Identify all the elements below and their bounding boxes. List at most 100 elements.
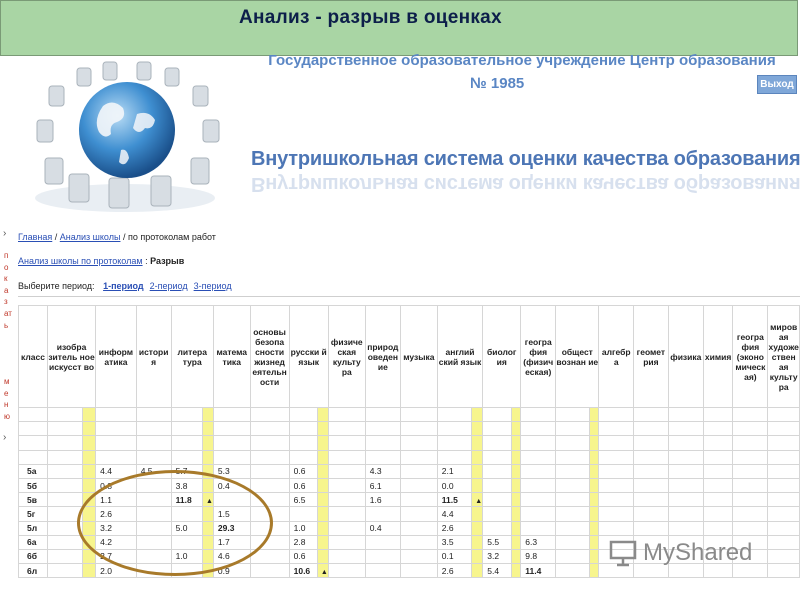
breadcrumb-home-link[interactable]: Главная bbox=[18, 232, 52, 242]
value-cell bbox=[482, 520, 513, 536]
value-cell bbox=[95, 435, 137, 451]
value-cell bbox=[249, 563, 290, 579]
value-cell bbox=[46, 534, 84, 550]
value-cell bbox=[327, 492, 366, 508]
column-header: химия bbox=[702, 305, 734, 408]
table-row-empty bbox=[18, 406, 800, 423]
value-cell bbox=[249, 421, 290, 437]
indicator-cell bbox=[82, 548, 97, 565]
value-cell bbox=[46, 520, 84, 536]
table-row: 5б 0.8 3.8 0.4 0.6 6.1 0.0 bbox=[18, 477, 800, 494]
indicator-cell bbox=[201, 520, 214, 536]
value-cell bbox=[702, 406, 734, 423]
indicator-cell bbox=[316, 449, 329, 465]
value-cell bbox=[170, 449, 203, 465]
value-cell bbox=[399, 477, 438, 494]
period-option-2[interactable]: 2-период bbox=[150, 281, 188, 291]
value-cell bbox=[555, 492, 590, 508]
value-cell bbox=[667, 520, 704, 536]
value-cell bbox=[482, 506, 513, 522]
value-cell bbox=[598, 477, 635, 494]
value-cell bbox=[46, 548, 84, 565]
value-cell bbox=[249, 435, 290, 451]
value-cell: 11.8 bbox=[170, 492, 203, 508]
side-menu-toggle[interactable]: › показать меню › bbox=[0, 228, 14, 458]
value-cell bbox=[767, 520, 800, 536]
value-cell bbox=[702, 506, 734, 522]
organization-name: Государственное образовательное учрежден… bbox=[268, 52, 776, 69]
protocol-analysis-link[interactable]: Анализ школы по протоколам bbox=[18, 256, 143, 266]
value-cell bbox=[633, 520, 669, 536]
column-header: миров ая художе ствен ая культу ра bbox=[767, 305, 800, 408]
indicator-cell bbox=[588, 406, 600, 423]
indicator-cell bbox=[588, 435, 600, 451]
value-cell bbox=[364, 534, 401, 550]
value-cell bbox=[327, 506, 366, 522]
value-cell: 4.5 bbox=[135, 463, 172, 479]
value-cell bbox=[212, 421, 251, 437]
value-cell bbox=[732, 449, 769, 465]
slide-title: Анализ - разрыв в оценках bbox=[239, 7, 502, 28]
value-cell bbox=[288, 449, 318, 465]
indicator-cell bbox=[82, 477, 97, 494]
indicator-cell bbox=[511, 492, 522, 508]
value-cell bbox=[327, 548, 366, 565]
globe-with-chairs-image bbox=[25, 58, 230, 218]
value-cell bbox=[702, 421, 734, 437]
value-cell bbox=[327, 477, 366, 494]
value-cell bbox=[135, 406, 172, 423]
value-cell bbox=[135, 435, 172, 451]
indicator-cell bbox=[588, 449, 600, 465]
column-header: истори я bbox=[135, 305, 172, 408]
column-header: литера тура bbox=[170, 305, 214, 408]
value-cell bbox=[732, 463, 769, 479]
chevron-right-icon: › bbox=[3, 432, 7, 443]
period-option-3[interactable]: 3-период bbox=[194, 281, 232, 291]
period-option-1[interactable]: 1-период bbox=[103, 281, 144, 291]
value-cell bbox=[249, 449, 290, 465]
class-cell: 5л bbox=[18, 520, 48, 536]
value-cell: 1.0 bbox=[170, 548, 203, 565]
indicator-cell bbox=[82, 506, 97, 522]
indicator-cell bbox=[82, 520, 97, 536]
indicator-cell bbox=[588, 548, 600, 565]
value-cell: 6.3 bbox=[520, 534, 557, 550]
column-header: физика bbox=[667, 305, 704, 408]
value-cell: 3.2 bbox=[482, 548, 513, 565]
slide-title-bar: Анализ - разрыв в оценках bbox=[0, 0, 798, 56]
value-cell bbox=[667, 463, 704, 479]
value-cell bbox=[767, 406, 800, 423]
value-cell bbox=[732, 506, 769, 522]
value-cell bbox=[667, 492, 704, 508]
value-cell bbox=[555, 421, 590, 437]
value-cell bbox=[732, 435, 769, 451]
breadcrumb: Главная / Анализ школы / по протоколам р… bbox=[18, 232, 216, 242]
value-cell bbox=[327, 449, 366, 465]
value-cell bbox=[436, 435, 473, 451]
value-cell bbox=[399, 520, 438, 536]
value-cell: 0.6 bbox=[288, 477, 318, 494]
indicator-cell bbox=[471, 534, 484, 550]
indicator-cell bbox=[511, 477, 522, 494]
value-cell bbox=[170, 534, 203, 550]
value-cell bbox=[482, 477, 513, 494]
indicator-cell bbox=[588, 492, 600, 508]
class-cell: 5б bbox=[18, 477, 48, 494]
value-cell: 0.4 bbox=[212, 477, 251, 494]
value-cell bbox=[46, 449, 84, 465]
value-cell bbox=[327, 563, 366, 579]
value-cell bbox=[555, 406, 590, 423]
value-cell bbox=[520, 435, 557, 451]
value-cell bbox=[767, 421, 800, 437]
value-cell bbox=[135, 506, 172, 522]
indicator-cell bbox=[471, 449, 484, 465]
indicator-cell bbox=[82, 449, 97, 465]
breadcrumb-analysis-link[interactable]: Анализ школы bbox=[60, 232, 121, 242]
class-cell: 6л bbox=[18, 563, 48, 579]
exit-button[interactable]: Выход bbox=[757, 75, 797, 94]
indicator-cell bbox=[316, 534, 329, 550]
value-cell: 5.0 bbox=[170, 520, 203, 536]
value-cell bbox=[212, 492, 251, 508]
value-cell bbox=[399, 492, 438, 508]
value-cell bbox=[732, 492, 769, 508]
